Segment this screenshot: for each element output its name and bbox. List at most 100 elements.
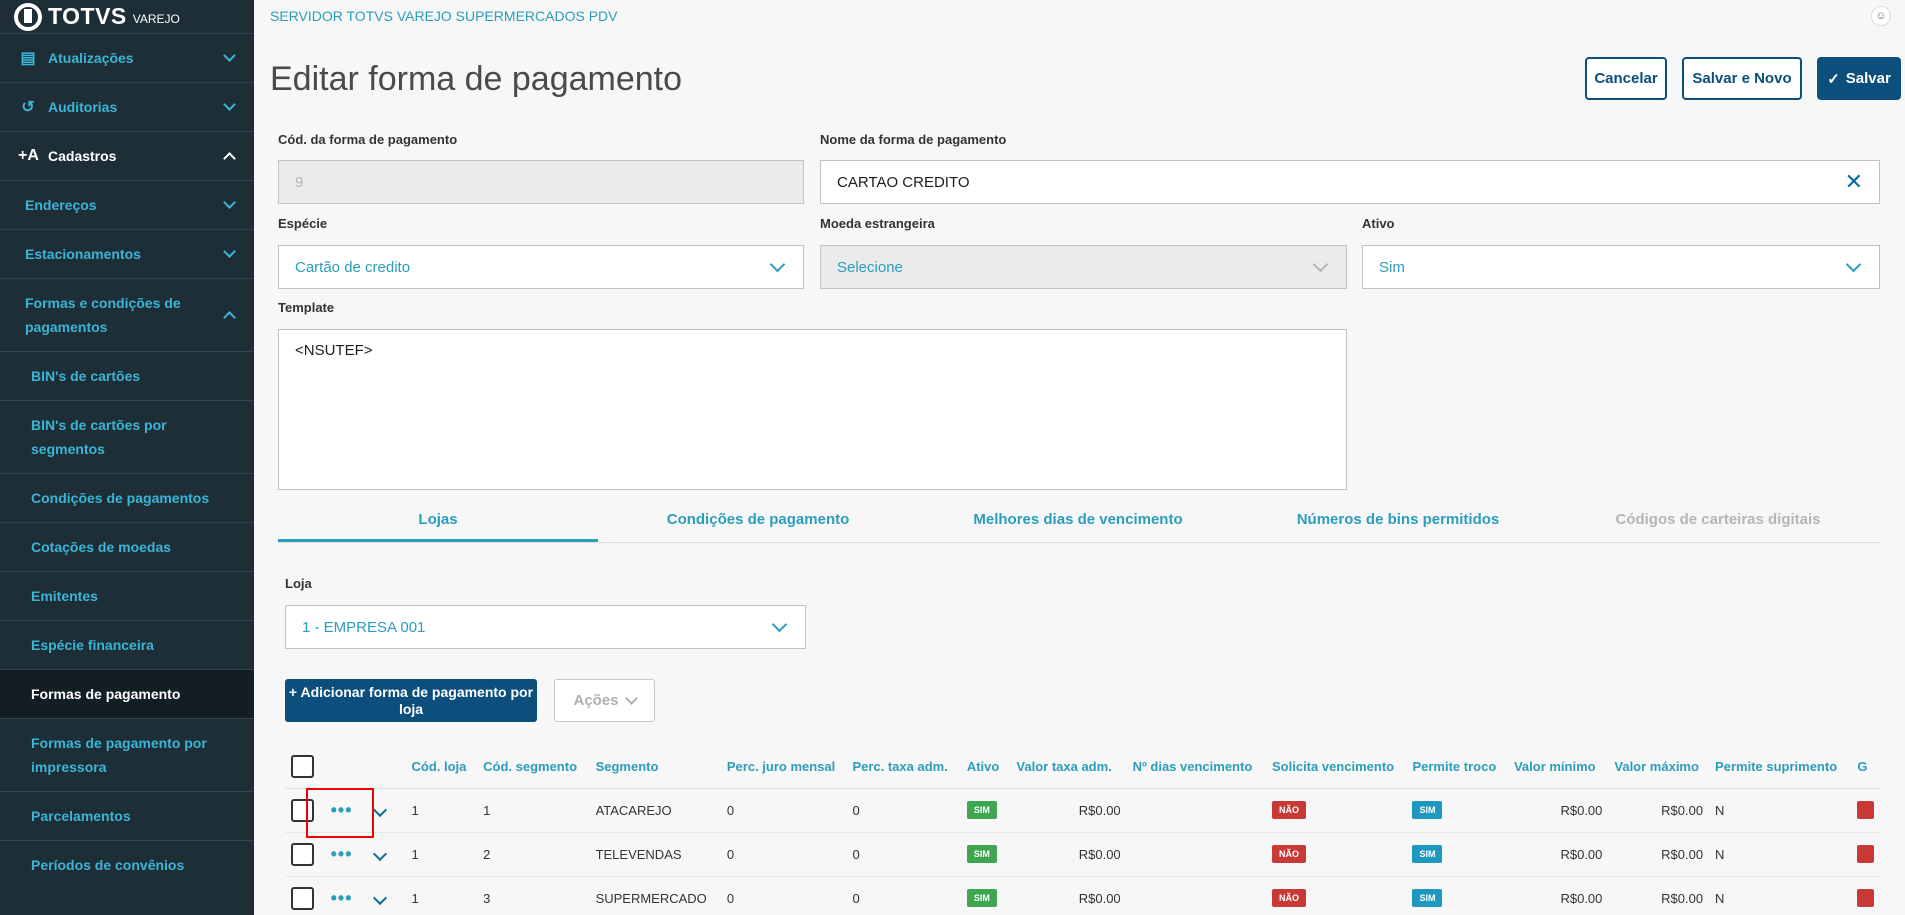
page-title: Editar forma de pagamento [270,60,683,98]
template-label: Template [278,300,335,315]
col-dias-vencimento[interactable]: Nº dias vencimento [1126,745,1266,789]
sidebar-item-label: Endereços [25,197,97,213]
clear-icon[interactable]: ✕ [1845,171,1863,193]
sidebar-item-bins-cartoes[interactable]: BIN's de cartões [0,351,254,400]
row-checkbox[interactable] [291,886,314,910]
col-solicita-vencimento[interactable]: Solicita vencimento [1266,745,1407,789]
tabs: Lojas Condições de pagamento Melhores di… [278,501,1880,543]
sidebar-item-label: BIN's de cartões [31,368,141,384]
col-valor-minimo[interactable]: Valor mínimo [1507,745,1609,789]
cell-segmento: SUPERMERCADO [589,876,721,915]
sidebar-item-formas-pagamento[interactable]: Formas de pagamento [0,669,254,718]
col-valor-taxa[interactable]: Valor taxa adm. [1010,745,1127,789]
expand-chevron-icon[interactable] [372,802,387,817]
col-ativo[interactable]: Ativo [960,745,1011,789]
chevron-down-icon [1845,256,1862,273]
col-perc-juro[interactable]: Perc. juro mensal [720,745,847,789]
cell-valor-minimo: R$0.00 [1507,788,1609,833]
chevron-down-icon [624,691,638,705]
cell-valor-taxa: R$0.00 [1010,832,1127,877]
row-checkbox[interactable] [291,798,314,822]
cell-valor-minimo: R$0.00 [1507,876,1609,915]
row-checkbox[interactable] [291,842,314,866]
cell-cod-segmento: 1 [477,788,590,833]
moeda-select: Selecione [820,245,1347,289]
sidebar-item-enderecos[interactable]: Endereços [0,180,254,229]
brand-sub: VAREJO [132,11,180,26]
chevron-up-icon [223,311,236,324]
nome-label: Nome da forma de pagamento [820,132,1007,147]
sidebar-item-cotacoes-moedas[interactable]: Cotações de moedas [0,522,254,571]
add-forma-pagamento-loja-button[interactable]: + Adicionar forma de pagamento por loja [285,679,537,722]
overflow-badge [1857,845,1874,863]
nome-input[interactable]: CARTAO CREDITO ✕ [820,160,1880,204]
tab-lojas[interactable]: Lojas [278,501,598,542]
sidebar-item-condicoes-pagamentos[interactable]: Condições de pagamentos [0,473,254,522]
sidebar-item-formas-condicoes[interactable]: Formas e condições de pagamentos [0,278,254,351]
tab-melhores-dias[interactable]: Melhores dias de vencimento [918,501,1238,542]
especie-value: Cartão de credito [295,258,411,276]
cod-value: 9 [295,173,304,191]
select-all-checkbox[interactable] [291,754,314,778]
cell-cod-loja: 1 [405,832,478,877]
moeda-label: Moeda estrangeira [820,216,935,231]
especie-select[interactable]: Cartão de credito [278,245,804,289]
cancel-button[interactable]: Cancelar [1585,57,1667,100]
chevron-down-icon [223,98,236,111]
col-cod-loja[interactable]: Cód. loja [405,745,478,789]
save-new-button[interactable]: Salvar e Novo [1682,57,1802,100]
table-row: ••• 1 2 TELEVENDAS 0 0 SIM R$0.00 NÃO SI… [285,832,1880,877]
tab-condicoes-pagamento[interactable]: Condições de pagamento [598,501,918,542]
tab-numeros-bins[interactable]: Números de bins permitidos [1238,501,1558,542]
sidebar-item-cadastros[interactable]: +A Cadastros [0,131,254,180]
history-icon: ↺ [21,99,35,116]
sidebar-item-estacionamentos[interactable]: Estacionamentos [0,229,254,278]
cell-perc-juro: 0 [720,832,847,877]
chevron-down-icon [223,245,236,258]
totvs-logo[interactable]: TOTVS VAREJO [0,0,254,33]
cell-valor-maximo: R$0.00 [1608,876,1710,915]
sidebar-item-periodos-convenios[interactable]: Períodos de convênios [0,840,254,889]
cell-permite-suprimento: N [1709,788,1852,833]
expand-chevron-icon[interactable] [372,846,387,861]
user-icon[interactable]: ☺ [1871,6,1891,26]
sidebar-item-atualizacoes[interactable]: ▤ Atualizações [0,33,254,82]
cell-valor-taxa: R$0.00 [1010,788,1127,833]
save-button-label: Salvar [1845,70,1891,87]
cell-segmento: TELEVENDAS [589,832,721,877]
template-textarea[interactable]: <NSUTEF> [278,329,1347,490]
col-more[interactable]: G [1851,745,1880,789]
loja-value: 1 - EMPRESA 001 [302,618,426,636]
col-permite-suprimento[interactable]: Permite suprimento [1709,745,1852,789]
expand-chevron-icon[interactable] [372,890,387,905]
more-actions-icon[interactable]: ••• [331,844,353,864]
nome-value: CARTAO CREDITO [837,173,970,191]
sidebar-item-emitentes[interactable]: Emitentes [0,571,254,620]
ativo-badge: SIM [966,889,997,907]
cell-dias-vencimento [1126,876,1266,915]
totvs-logo-icon [14,2,42,31]
tab-codigos-carteiras: Códigos de carteiras digitais [1615,511,1821,528]
more-actions-icon[interactable]: ••• [331,800,353,820]
sidebar-item-auditorias[interactable]: ↺ Auditorias [0,82,254,131]
cell-permite-suprimento: N [1709,876,1852,915]
col-valor-maximo[interactable]: Valor máximo [1608,745,1710,789]
col-cod-segmento[interactable]: Cód. segmento [477,745,590,789]
check-icon: ✓ [1827,70,1840,88]
chevron-up-icon [223,152,236,165]
save-button[interactable]: ✓ Salvar [1817,57,1901,100]
chevron-down-icon [223,49,236,62]
sidebar-item-label: Cotações de moedas [31,539,172,555]
ativo-select[interactable]: Sim [1362,245,1880,289]
sidebar-item-especie-financeira[interactable]: Espécie financeira [0,620,254,669]
col-segmento[interactable]: Segmento [589,745,721,789]
sidebar-item-formas-impressora[interactable]: Formas de pagamento por impressora [0,718,254,791]
cell-perc-taxa: 0 [846,876,961,915]
more-actions-icon[interactable]: ••• [331,888,353,908]
sidebar-item-parcelamentos[interactable]: Parcelamentos [0,791,254,840]
col-permite-troco[interactable]: Permite troco [1406,745,1508,789]
col-perc-taxa[interactable]: Perc. taxa adm. [846,745,961,789]
sidebar-item-bins-segmentos[interactable]: BIN's de cartões por segmentos [0,400,254,473]
cell-valor-maximo: R$0.00 [1608,832,1710,877]
loja-select[interactable]: 1 - EMPRESA 001 [285,605,806,649]
